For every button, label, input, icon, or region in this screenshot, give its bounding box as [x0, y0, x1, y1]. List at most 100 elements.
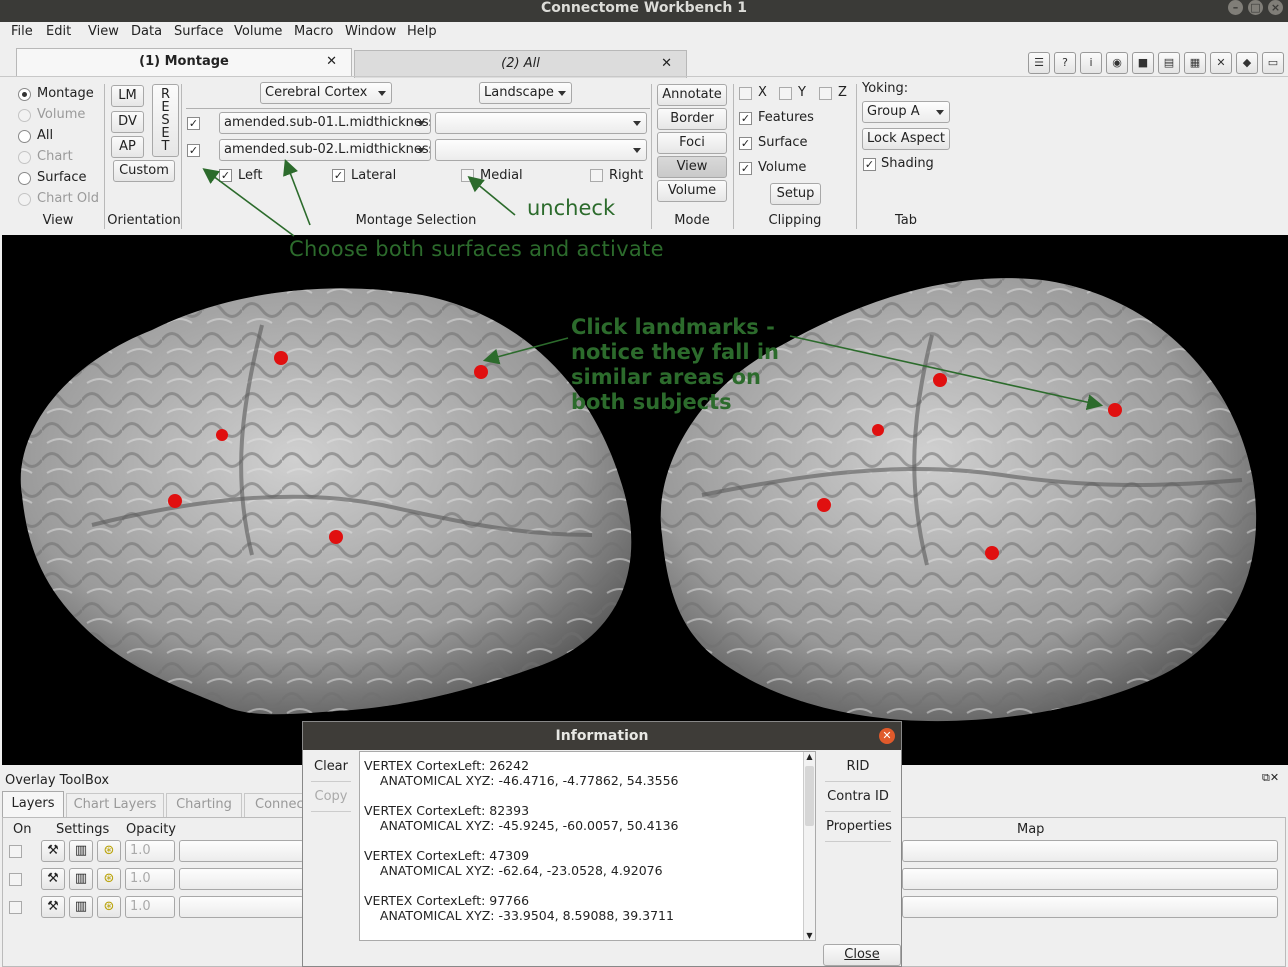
toolbox-icon[interactable]: ▭	[1262, 52, 1284, 74]
clip-features-checkbox[interactable]: ✓	[739, 112, 752, 125]
mode-border-button[interactable]: Border	[657, 108, 727, 130]
information-text[interactable]: VERTEX CortexLeft: 26242 ANATOMICAL XYZ:…	[359, 751, 816, 941]
palette-icon[interactable]: ▥	[69, 868, 93, 890]
menu-macro[interactable]: Macro	[294, 24, 333, 39]
tab-chart-layers[interactable]: Chart Layers	[66, 793, 164, 817]
opacity-spinner[interactable]: 1.0	[125, 868, 175, 890]
mode-foci-button[interactable]: Foci	[657, 132, 727, 154]
menu-edit[interactable]: Edit	[46, 24, 71, 39]
clip-volume-checkbox[interactable]: ✓	[739, 162, 752, 175]
rid-button[interactable]: RID	[823, 759, 893, 774]
menu-window[interactable]: Window	[345, 24, 396, 39]
information-icon[interactable]: i	[1080, 52, 1102, 74]
wrench-icon[interactable]: ⚒	[41, 868, 65, 890]
menu-view[interactable]: View	[88, 24, 119, 39]
scroll-down-icon[interactable]: ▼	[804, 931, 815, 940]
surface-1-secondary-select[interactable]	[435, 112, 647, 134]
landmark-focus[interactable]	[474, 365, 488, 379]
landmark-focus[interactable]	[168, 494, 182, 508]
landmark-focus[interactable]	[872, 424, 884, 436]
close-tab-icon[interactable]: ✕	[661, 51, 672, 77]
mode-annotate-button[interactable]: Annotate	[657, 84, 727, 106]
right-checkbox[interactable]	[590, 169, 603, 182]
landmark-focus[interactable]	[329, 530, 343, 544]
menu-data[interactable]: Data	[131, 24, 162, 39]
clear-button[interactable]: Clear	[311, 759, 351, 774]
lock-aspect-button[interactable]: Lock Aspect	[862, 128, 950, 150]
scroll-up-icon[interactable]: ▲	[804, 752, 815, 761]
maximize-icon[interactable]: □	[1248, 0, 1263, 15]
palette-icon[interactable]: ▥	[69, 896, 93, 918]
tab-connect[interactable]: Connect	[244, 793, 304, 817]
menu-file[interactable]: File	[11, 24, 33, 39]
capture-icon[interactable]: ■	[1132, 52, 1154, 74]
copy-button[interactable]: Copy	[311, 789, 351, 804]
file-select[interactable]	[179, 896, 304, 918]
orientation-dv-button[interactable]: DV	[111, 111, 144, 133]
file-select[interactable]	[179, 868, 304, 890]
tab-all[interactable]: (2) All ✕	[354, 50, 687, 78]
structure-select[interactable]: Cerebral Cortex	[260, 82, 392, 104]
clip-z-checkbox[interactable]	[819, 87, 832, 100]
minimize-icon[interactable]: –	[1228, 0, 1243, 15]
yoking-select[interactable]: Group A	[862, 101, 950, 123]
medial-checkbox[interactable]	[461, 169, 474, 182]
scrollbar[interactable]: ▲ ▼	[803, 752, 815, 940]
reset-button[interactable]: R E S E T	[152, 84, 179, 157]
surface-2-checkbox[interactable]: ✓	[187, 144, 200, 157]
info-panel-icon[interactable]: ☰	[1028, 52, 1050, 74]
properties-button[interactable]: Properties	[821, 819, 897, 834]
layer-on-checkbox[interactable]	[9, 845, 22, 858]
surface-2-select[interactable]: amended.sub-02.L.midthickness	[219, 139, 431, 161]
view-radio-all[interactable]	[18, 130, 31, 143]
colorbar-icon[interactable]: ⊛	[97, 840, 121, 862]
layer-on-checkbox[interactable]	[9, 873, 22, 886]
mode-volume-button[interactable]: Volume	[657, 180, 727, 202]
orientation-ap-button[interactable]: AP	[111, 136, 144, 158]
landmark-focus[interactable]	[817, 498, 831, 512]
landmark-focus[interactable]	[274, 351, 288, 365]
surface-2-secondary-select[interactable]	[435, 139, 647, 161]
clip-x-checkbox[interactable]	[739, 87, 752, 100]
wrench-icon[interactable]: ⚒	[41, 896, 65, 918]
landmark-focus[interactable]	[933, 373, 947, 387]
landmark-focus[interactable]	[985, 546, 999, 560]
map-select[interactable]	[902, 896, 1278, 918]
map-select[interactable]	[902, 840, 1278, 862]
tab-montage[interactable]: (1) Montage ✕	[16, 48, 352, 76]
tab-layers[interactable]: Layers	[2, 791, 64, 817]
contra-id-button[interactable]: Contra ID	[823, 789, 893, 804]
clip-surface-checkbox[interactable]: ✓	[739, 137, 752, 150]
shading-checkbox[interactable]: ✓	[863, 158, 876, 171]
tab-charting[interactable]: Charting	[166, 793, 242, 817]
layout-select[interactable]: Landscape	[479, 82, 572, 104]
left-checkbox[interactable]: ✓	[219, 169, 232, 182]
lateral-checkbox[interactable]: ✓	[332, 169, 345, 182]
palette-icon[interactable]: ▥	[69, 840, 93, 862]
clip-setup-button[interactable]: Setup	[770, 183, 821, 205]
mode-view-button[interactable]: View	[657, 156, 727, 178]
layers-icon[interactable]: ◆	[1236, 52, 1258, 74]
clip-y-checkbox[interactable]	[779, 87, 792, 100]
wrench-icon[interactable]: ⚒	[41, 840, 65, 862]
opacity-spinner[interactable]: 1.0	[125, 896, 175, 918]
identify-icon[interactable]: ◉	[1106, 52, 1128, 74]
brain-viewport[interactable]: Click landmarks - notice they fall in si…	[2, 235, 1288, 765]
orientation-custom-button[interactable]: Custom	[113, 160, 175, 182]
colorbar-icon[interactable]: ⊛	[97, 896, 121, 918]
menu-help[interactable]: Help	[407, 24, 437, 39]
menu-surface[interactable]: Surface	[174, 24, 224, 39]
landmark-focus[interactable]	[216, 429, 228, 441]
view-radio-chart-old[interactable]	[18, 193, 31, 206]
opacity-spinner[interactable]: 1.0	[125, 840, 175, 862]
view-radio-montage[interactable]	[18, 88, 31, 101]
close-button[interactable]: Close	[823, 944, 901, 966]
scene-icon[interactable]: ▤	[1158, 52, 1180, 74]
landmark-focus[interactable]	[1108, 403, 1122, 417]
orientation-lm-button[interactable]: LM	[111, 85, 144, 107]
tools-icon[interactable]: ✕	[1210, 52, 1232, 74]
close-tab-icon[interactable]: ✕	[326, 49, 337, 75]
file-select[interactable]	[179, 840, 304, 862]
view-radio-surface[interactable]	[18, 172, 31, 185]
layer-on-checkbox[interactable]	[9, 901, 22, 914]
